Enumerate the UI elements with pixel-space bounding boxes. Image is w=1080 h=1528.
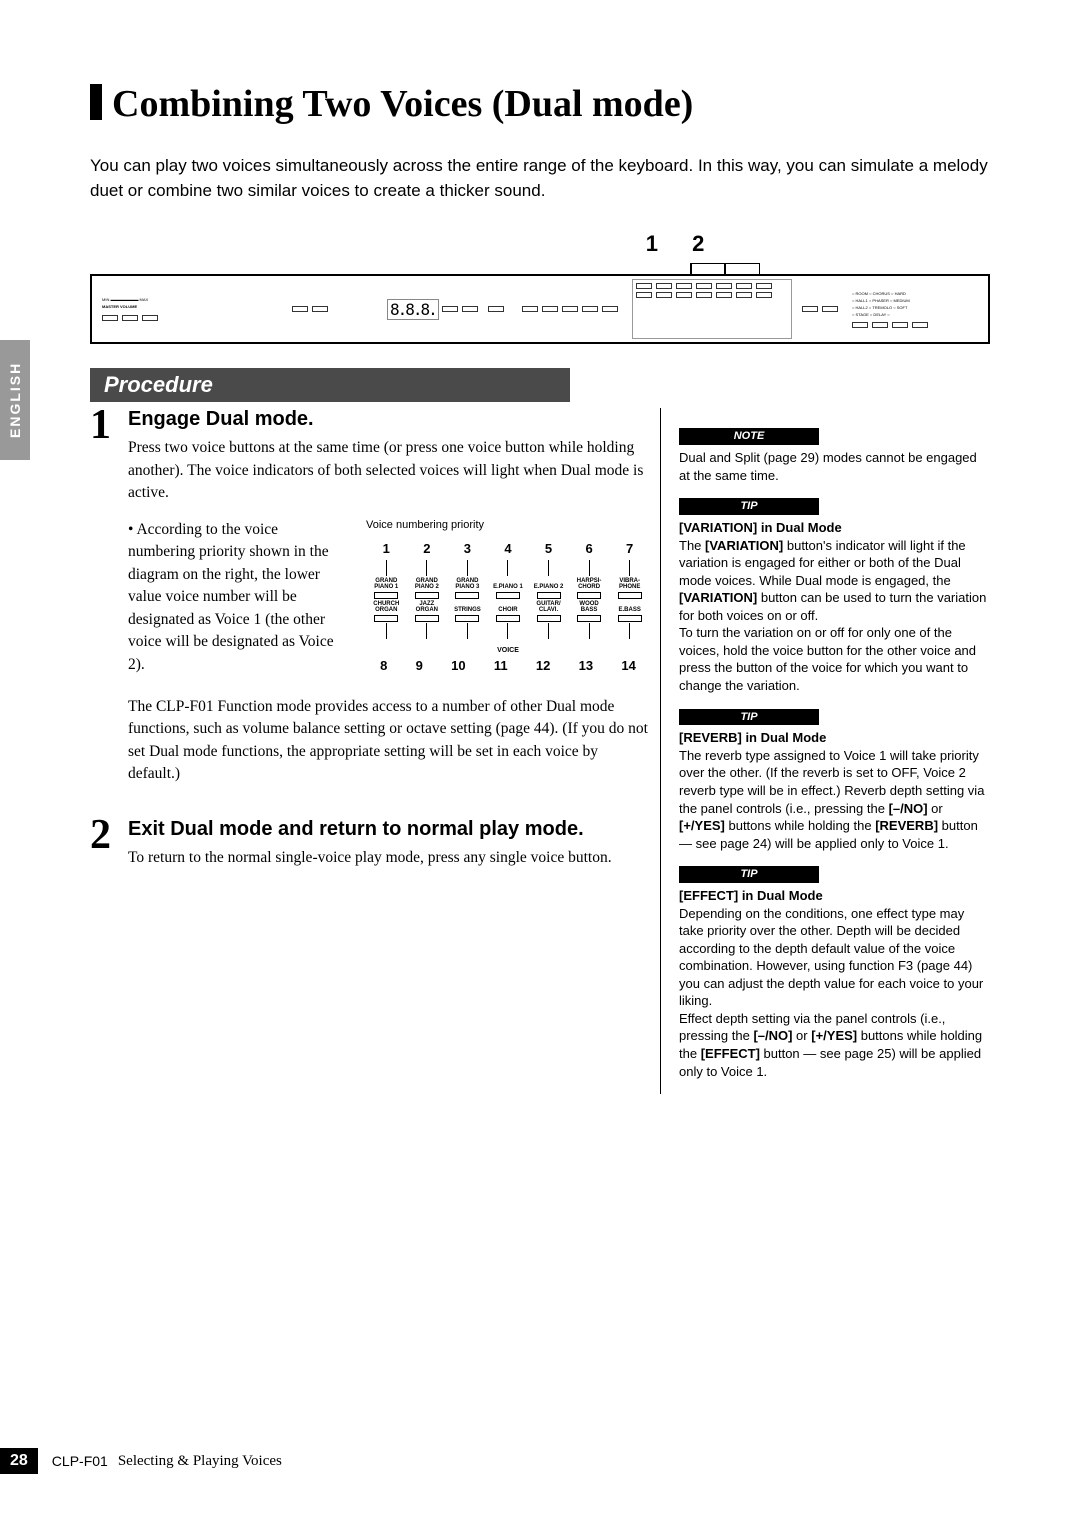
- voice-num-top: 4: [504, 541, 511, 556]
- step-bullet-1: According to the voice numbering priorit…: [128, 519, 348, 676]
- step-title-2: Exit Dual mode and return to normal play…: [128, 818, 650, 841]
- voice-cell: WOOD BASS: [572, 600, 606, 622]
- voice-cell: GRAND PIANO 1: [369, 577, 403, 599]
- procedure-heading: Procedure: [90, 368, 570, 402]
- voice-cell: E.BASS: [613, 600, 647, 622]
- voice-cell: CHOIR: [491, 600, 525, 622]
- intro-paragraph: You can play two voices simultaneously a…: [90, 154, 990, 203]
- voice-cell: JAZZ ORGAN: [410, 600, 444, 622]
- main-column: 1 Engage Dual mode. Press two voice butt…: [90, 408, 660, 1094]
- voice-cell: HARPSI-CHORD: [572, 577, 606, 599]
- sidebar-block: [REVERB] in Dual ModeThe reverb type ass…: [679, 729, 990, 852]
- voice-num-bot: 12: [536, 658, 550, 673]
- title-marker-icon: [90, 84, 102, 120]
- step-text-2: To return to the normal single-voice pla…: [128, 847, 650, 869]
- voice-num-bot: 10: [451, 658, 465, 673]
- footer-section: Selecting & Playing Voices: [118, 1453, 282, 1470]
- step-text-1: Press two voice buttons at the same time…: [128, 437, 650, 504]
- voice-cell: E.PIANO 2: [532, 577, 566, 599]
- voice-cell: GRAND PIANO 3: [450, 577, 484, 599]
- sidebar-label: TIP: [679, 498, 819, 515]
- sidebar-label: TIP: [679, 866, 819, 883]
- voice-num-bot: 9: [416, 658, 423, 673]
- voice-num-bot: 14: [621, 658, 635, 673]
- voice-diagram-voice-label: VOICE: [366, 647, 650, 654]
- step-number-2: 2: [90, 814, 128, 883]
- panel-diagram: 1 2 MIN ▬▬▬▬▬▬▬ MAX MASTER VOLUME 8.8.8.: [90, 231, 990, 344]
- voice-cell: GRAND PIANO 2: [410, 577, 444, 599]
- panel-illustration: MIN ▬▬▬▬▬▬▬ MAX MASTER VOLUME 8.8.8.: [90, 274, 990, 344]
- sidebar-block: Dual and Split (page 29) modes cannot be…: [679, 449, 990, 484]
- sidebar-block: [VARIATION] in Dual ModeThe [VARIATION] …: [679, 519, 990, 694]
- page-footer: 28 CLP-F01 Selecting & Playing Voices: [0, 1448, 282, 1474]
- step-number-1: 1: [90, 404, 128, 800]
- callout-1: 1: [646, 231, 658, 256]
- voice-cell: STRINGS: [450, 600, 484, 622]
- step-after-1: The CLP-F01 Function mode provides acces…: [128, 696, 650, 786]
- voice-num-top: 7: [626, 541, 633, 556]
- footer-model: CLP-F01: [52, 1453, 108, 1469]
- voice-num-top: 2: [423, 541, 430, 556]
- page-title: Combining Two Voices (Dual mode): [112, 82, 693, 126]
- page-number: 28: [0, 1448, 38, 1474]
- voice-num-top: 3: [464, 541, 471, 556]
- voice-num-top: 6: [585, 541, 592, 556]
- page-title-row: Combining Two Voices (Dual mode): [90, 80, 990, 126]
- voice-numbering-diagram: Voice numbering priority 1234567 GRAND P…: [366, 519, 650, 676]
- voice-num-bot: 8: [380, 658, 387, 673]
- step-title-1: Engage Dual mode.: [128, 408, 650, 431]
- voice-num-top: 1: [383, 541, 390, 556]
- seven-segment-display: 8.8.8.: [387, 299, 439, 320]
- voice-diagram-title: Voice numbering priority: [366, 519, 650, 531]
- sidebar-block: [EFFECT] in Dual ModeDepending on the co…: [679, 887, 990, 1080]
- voice-cell: CHURCH ORGAN: [369, 600, 403, 622]
- voice-num-bot: 11: [494, 658, 508, 673]
- sidebar-label: TIP: [679, 709, 819, 726]
- voice-cell: E.PIANO 1: [491, 577, 525, 599]
- voice-cell: GUITAR/ CLAVI.: [532, 600, 566, 622]
- voice-cell: VIBRA-PHONE: [613, 577, 647, 599]
- sidebar-column: NOTE Dual and Split (page 29) modes canno…: [679, 408, 990, 1094]
- voice-num-bot: 13: [579, 658, 593, 673]
- column-divider: [660, 408, 661, 1094]
- voice-num-top: 5: [545, 541, 552, 556]
- callout-2: 2: [692, 231, 704, 256]
- sidebar-label: NOTE: [679, 428, 819, 445]
